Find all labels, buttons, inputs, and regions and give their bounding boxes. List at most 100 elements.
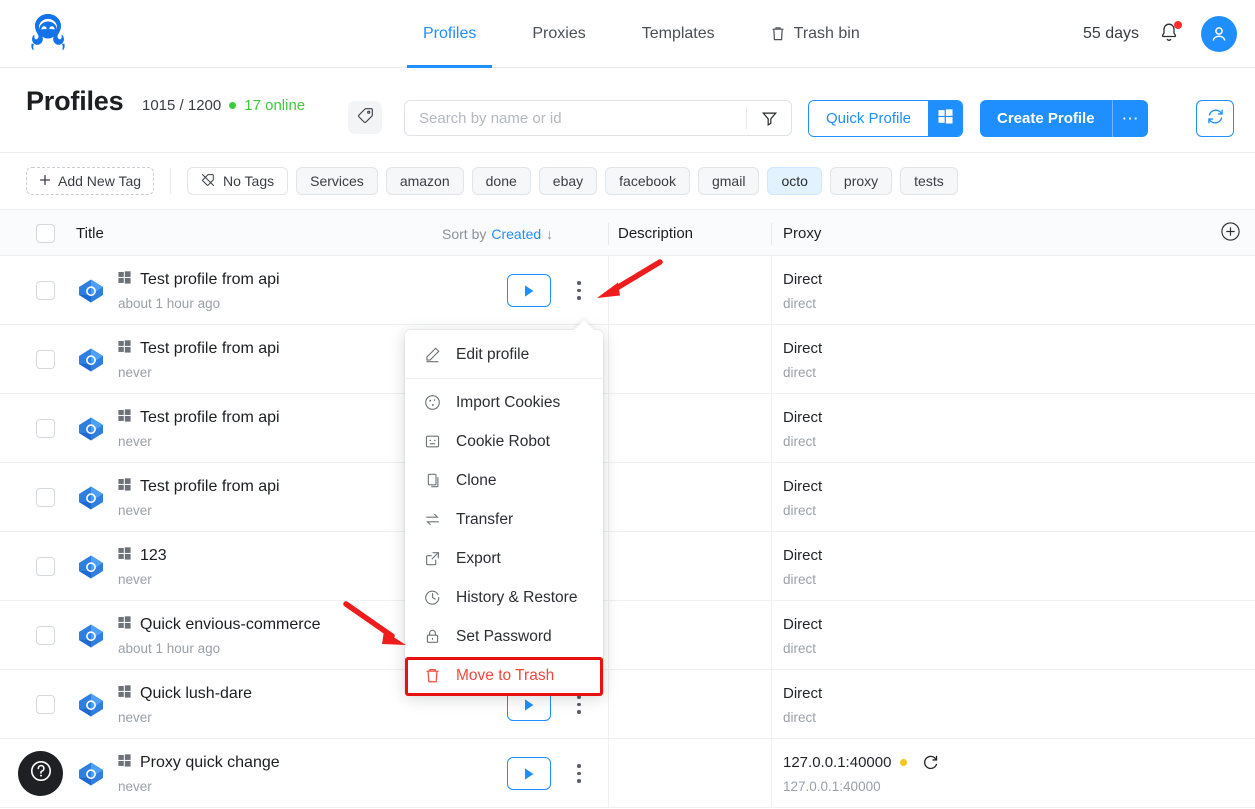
sort-by-control[interactable]: Sort by Created ↓	[442, 210, 553, 257]
table-row[interactable]: Test profile from api never Direct direc…	[0, 463, 1255, 532]
create-profile-button[interactable]: Create Profile	[980, 100, 1112, 137]
row-actions-menu-button[interactable]	[568, 757, 590, 790]
row-last-run: never	[118, 710, 152, 725]
windows-icon	[118, 547, 131, 565]
menu-item-import-cookies-label: Import Cookies	[456, 393, 561, 411]
table-row[interactable]: 123 never Direct direct	[0, 532, 1255, 601]
menu-divider	[405, 378, 603, 379]
page-title: Profiles	[26, 86, 124, 116]
menu-item-move-to-trash[interactable]: Move to Trash	[405, 656, 603, 695]
row-checkbox[interactable]	[36, 488, 55, 507]
help-button[interactable]	[18, 751, 63, 796]
history-icon	[423, 589, 442, 606]
row-checkbox[interactable]	[36, 626, 55, 645]
select-all-checkbox[interactable]	[36, 224, 55, 243]
nav-link-profiles[interactable]: Profiles	[395, 0, 504, 68]
run-profile-button[interactable]	[507, 274, 551, 307]
tag-chip-facebook[interactable]: facebook	[605, 167, 690, 195]
tag-chip-proxy[interactable]: proxy	[829, 167, 893, 195]
row-checkbox[interactable]	[36, 281, 55, 300]
row-proxy-label: 127.0.0.1:40000	[783, 754, 892, 771]
row-last-run: never	[118, 779, 152, 794]
table-row[interactable]: Proxy quick change never 127.0.0.1:40000…	[0, 739, 1255, 808]
table-header: Title Sort by Created ↓ Description Prox…	[0, 209, 1255, 256]
refresh-button[interactable]	[1196, 100, 1234, 137]
add-new-tag-button[interactable]: Add New Tag	[26, 167, 155, 195]
column-header-description: Description	[618, 225, 694, 242]
menu-item-cookie-robot-label: Cookie Robot	[456, 432, 550, 450]
tag-chip-tests[interactable]: tests	[900, 167, 958, 195]
menu-item-export[interactable]: Export	[405, 539, 603, 578]
main-nav-links: Profiles Proxies Templates Trash bin	[395, 0, 888, 68]
row-context-menu: Edit profile Import Cookies Cookie Robot	[405, 330, 603, 695]
row-checkbox[interactable]	[36, 350, 55, 369]
row-divider-2	[771, 739, 772, 807]
menu-item-edit-profile[interactable]: Edit profile	[405, 335, 603, 374]
menu-item-set-password[interactable]: Set Password	[405, 617, 603, 656]
nav-link-templates-label: Templates	[641, 25, 715, 42]
nav-link-trash-bin[interactable]: Trash bin	[743, 0, 888, 68]
row-proxy-sub: direct	[783, 434, 817, 449]
tag-filter-button[interactable]	[348, 101, 382, 134]
notification-badge-dot	[1174, 21, 1182, 29]
tag-chip-gmail[interactable]: gmail	[697, 167, 760, 195]
row-checkbox[interactable]	[36, 419, 55, 438]
run-profile-button[interactable]	[507, 757, 551, 790]
lock-icon	[423, 628, 442, 645]
search-input[interactable]	[405, 109, 746, 127]
header-divider-1	[608, 223, 609, 245]
tag-chip-services[interactable]: Services	[296, 167, 378, 195]
row-checkbox[interactable]	[36, 557, 55, 576]
tag-icon	[357, 107, 374, 129]
table-row[interactable]: Test profile from api never Direct direc…	[0, 394, 1255, 463]
table-row[interactable]: Quick lush-dare never Direct direct	[0, 670, 1255, 739]
proxy-check-refresh-icon[interactable]	[922, 754, 939, 771]
row-checkbox[interactable]	[36, 695, 55, 714]
menu-item-cookie-robot[interactable]: Cookie Robot	[405, 422, 603, 461]
menu-item-import-cookies[interactable]: Import Cookies	[405, 383, 603, 422]
nav-link-proxies-label: Proxies	[532, 25, 586, 42]
row-title: Proxy quick change	[118, 754, 280, 772]
row-proxy: Direct	[783, 685, 822, 702]
tag-chip-octo[interactable]: octo	[767, 167, 822, 195]
row-actions-menu-button[interactable]	[568, 274, 590, 307]
plus-circle-icon	[1220, 221, 1241, 247]
menu-item-clone[interactable]: Clone	[405, 461, 603, 500]
plus-icon	[39, 173, 51, 189]
table-row[interactable]: Quick envious-commerce about 1 hour ago …	[0, 601, 1255, 670]
profile-count-value: 1015 / 1200	[142, 97, 222, 114]
tag-filter-row: Add New Tag No Tags Services amazon done…	[0, 152, 1255, 209]
tag-chip-done[interactable]: done	[471, 167, 531, 195]
nav-link-templates[interactable]: Templates	[614, 0, 743, 68]
proxy-status-dot	[900, 759, 908, 766]
windows-icon	[118, 271, 131, 289]
quick-profile-button-group: Quick Profile	[808, 100, 964, 137]
quick-profile-os-button[interactable]	[928, 101, 963, 136]
tag-chip-no-tags[interactable]: No Tags	[187, 167, 289, 195]
menu-item-edit-profile-label: Edit profile	[456, 345, 530, 363]
octo-browser-logo[interactable]	[22, 10, 74, 58]
row-divider-2	[771, 670, 772, 738]
nav-link-proxies[interactable]: Proxies	[504, 0, 613, 68]
row-divider-1	[608, 532, 609, 600]
menu-item-history-restore[interactable]: History & Restore	[405, 578, 603, 617]
online-status-dot	[229, 102, 237, 109]
profile-avatar-icon	[76, 552, 106, 582]
quick-profile-button[interactable]: Quick Profile	[809, 101, 929, 136]
tag-chip-ebay[interactable]: ebay	[538, 167, 598, 195]
table-row[interactable]: Test profile from api never Direct direc…	[0, 325, 1255, 394]
user-avatar-button[interactable]	[1201, 16, 1237, 52]
create-profile-more-button[interactable]: ⋯	[1111, 100, 1148, 137]
tag-chip-no-tags-label: No Tags	[223, 173, 275, 189]
column-header-proxy: Proxy	[783, 225, 822, 242]
sort-by-field: Created	[491, 225, 542, 242]
menu-item-transfer[interactable]: Transfer	[405, 500, 603, 539]
notifications-bell-button[interactable]	[1159, 21, 1182, 46]
tag-chip-amazon[interactable]: amazon	[385, 167, 464, 195]
filter-funnel-icon[interactable]	[747, 101, 791, 135]
row-proxy-sub: direct	[783, 710, 817, 725]
table-row[interactable]: Test profile from api about 1 hour ago D…	[0, 256, 1255, 325]
row-divider-1	[608, 670, 609, 738]
add-column-button[interactable]	[1220, 210, 1241, 257]
header-divider-2	[771, 223, 772, 245]
